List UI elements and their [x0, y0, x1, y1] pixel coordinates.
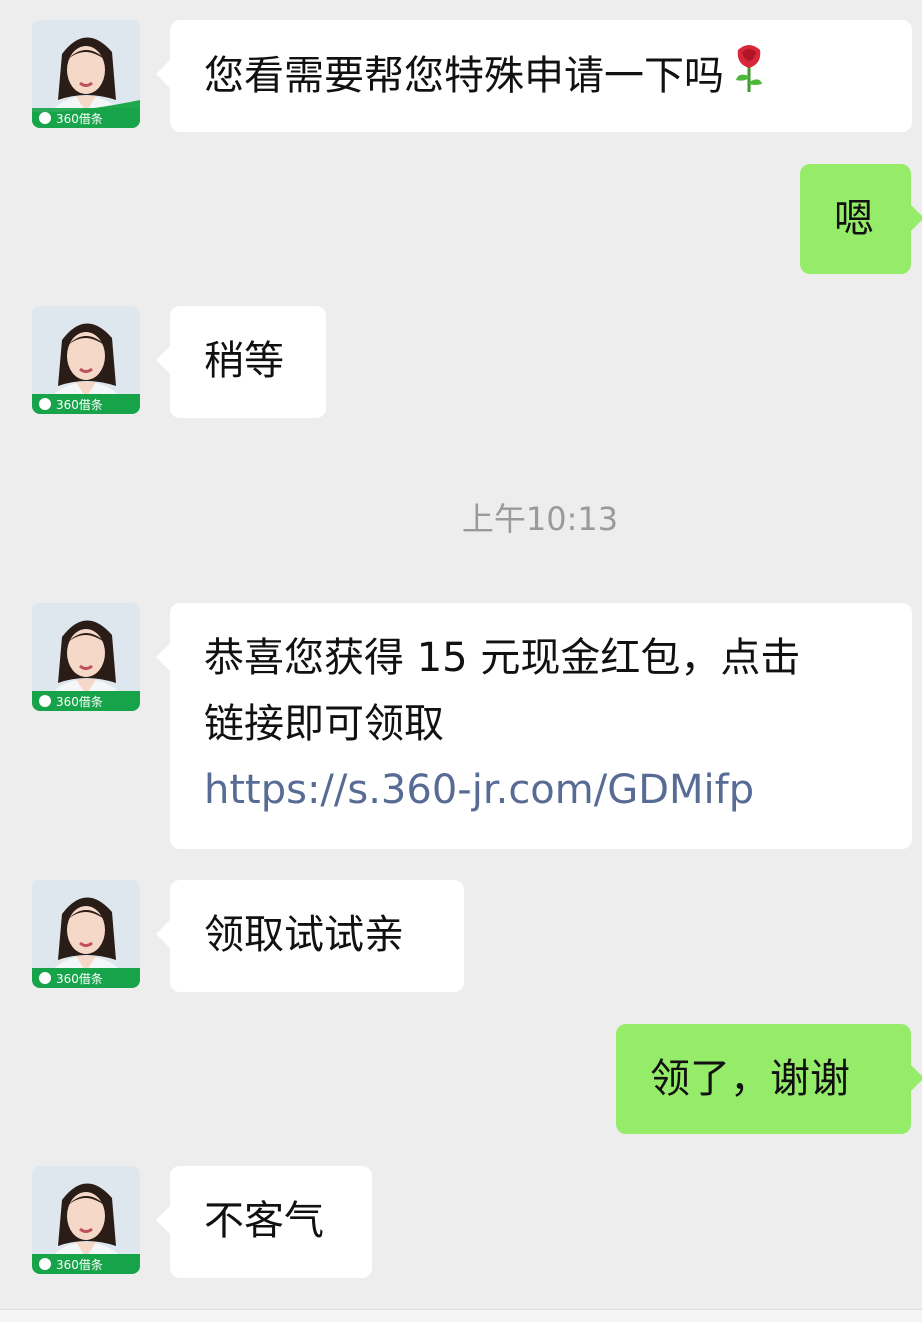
- outgoing-message[interactable]: 嗯: [800, 164, 922, 274]
- avatar-badge-text: 360借条: [56, 1258, 103, 1272]
- message-text: 嗯: [834, 196, 874, 242]
- incoming-message[interactable]: 恭喜您获得 15 元现金红包，点击 链接即可领取 https://s.360-j…: [156, 603, 912, 849]
- avatar-badge-text: 360借条: [56, 695, 103, 709]
- avatar-badge-text: 360借条: [56, 972, 103, 986]
- message-text: 恭喜您获得 15 元现金红包，点击: [204, 635, 801, 681]
- incoming-message[interactable]: 稍等: [156, 306, 326, 418]
- message-text: 稍等: [204, 338, 284, 384]
- incoming-message[interactable]: 不客气: [156, 1166, 372, 1278]
- avatar-image: 360借条: [32, 20, 140, 128]
- message-text: 不客气: [204, 1198, 324, 1244]
- message-text: 领了，谢谢: [650, 1056, 850, 1102]
- message-text: 您看需要帮您特殊申请一下吗: [204, 53, 724, 99]
- message-text: 领取试试亲: [204, 912, 404, 958]
- avatar-badge-text: 360借条: [56, 112, 103, 126]
- agent-avatar[interactable]: 360借条: [32, 306, 140, 414]
- agent-avatar[interactable]: 360借条: [32, 880, 140, 988]
- message-timestamp: 上午10:13: [461, 500, 619, 538]
- chat-thread: 360借条 您看需要帮您特殊申请一下吗 嗯 360借条 稍等 上午10:13 3…: [0, 0, 922, 1322]
- incoming-message[interactable]: 领取试试亲: [156, 880, 464, 992]
- avatar-image: 360借条: [32, 306, 140, 414]
- input-bar-edge: [0, 1309, 922, 1322]
- rose-emoji-icon: [732, 42, 766, 114]
- agent-avatar[interactable]: 360借条: [32, 603, 140, 711]
- agent-avatar[interactable]: 360借条: [32, 20, 140, 128]
- message-text: 链接即可领取: [204, 701, 444, 747]
- avatar-image: 360借条: [32, 880, 140, 988]
- red-packet-link[interactable]: https://s.360-jr.com/GDMifp: [204, 757, 878, 823]
- avatar-image: 360借条: [32, 1166, 140, 1274]
- avatar-badge-text: 360借条: [56, 398, 103, 412]
- outgoing-message[interactable]: 领了，谢谢: [616, 1024, 922, 1134]
- incoming-message[interactable]: 您看需要帮您特殊申请一下吗: [156, 20, 912, 132]
- avatar-image: 360借条: [32, 603, 140, 711]
- agent-avatar[interactable]: 360借条: [32, 1166, 140, 1274]
